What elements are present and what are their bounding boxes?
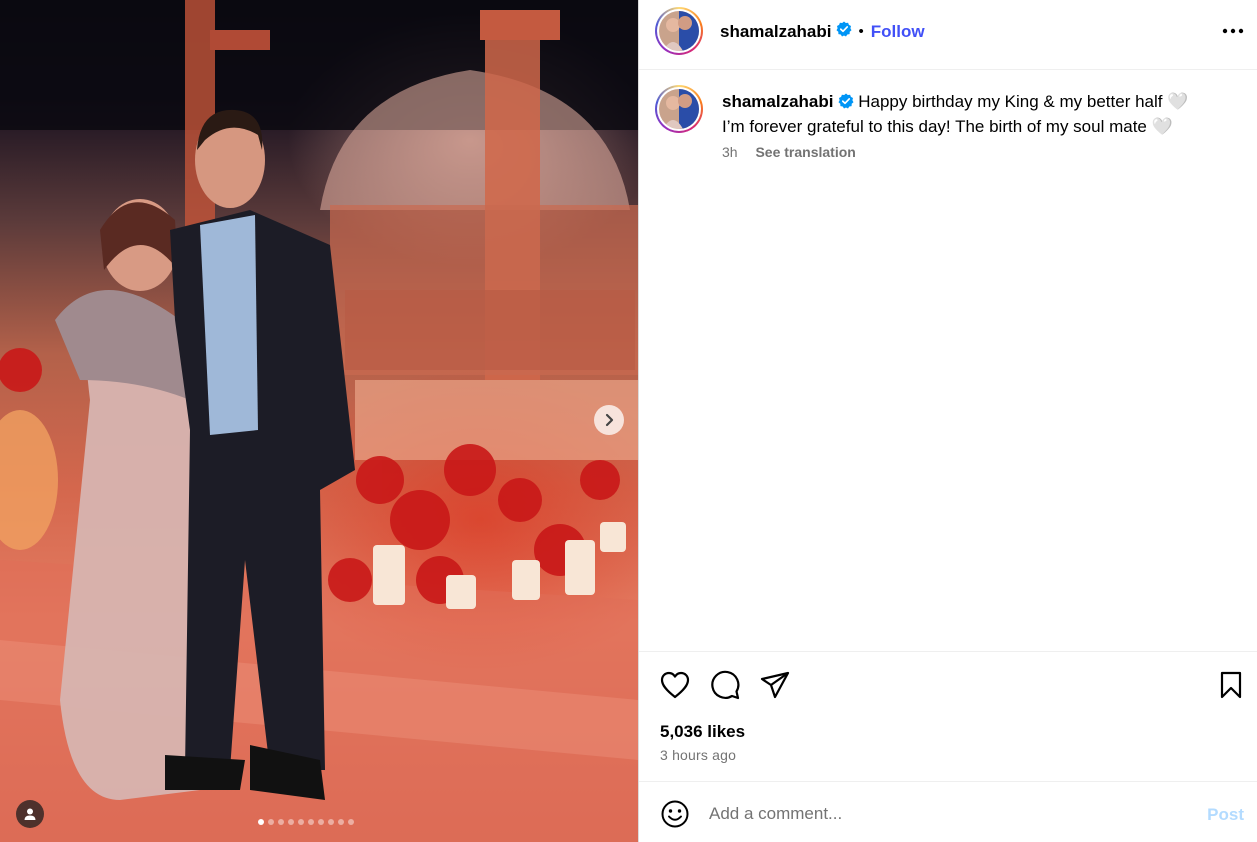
- share-button[interactable]: [759, 669, 791, 701]
- chevron-right-icon: [602, 413, 616, 427]
- emoji-button[interactable]: [659, 798, 691, 830]
- follow-button[interactable]: Follow: [871, 22, 925, 42]
- verified-badge-icon: [838, 92, 854, 115]
- author-avatar[interactable]: [655, 7, 703, 55]
- comment-button[interactable]: [709, 669, 741, 701]
- caption-author-avatar[interactable]: [655, 85, 703, 133]
- carousel-dot: [318, 819, 324, 825]
- carousel-dot: [308, 819, 314, 825]
- carousel-dot: [298, 819, 304, 825]
- post-actions: 5,036 likes 3 hours ago: [639, 651, 1257, 781]
- heart-icon: [660, 671, 690, 699]
- user-tag-icon: [23, 807, 37, 821]
- caption-username[interactable]: shamalzahabi: [722, 92, 834, 111]
- comment-bar: Post: [639, 781, 1257, 842]
- caption-text-line-1: Happy birthday my King & my better half …: [858, 92, 1189, 111]
- carousel-dot: [278, 819, 284, 825]
- post-side-panel: shamalzahabi • Follow shamalzahabi Happy…: [638, 0, 1257, 842]
- carousel-dot: [338, 819, 344, 825]
- carousel-dot: [258, 819, 264, 825]
- caption-text-line-2: I’m forever grateful to this day! The bi…: [722, 117, 1173, 136]
- more-horizontal-icon: [1222, 28, 1244, 34]
- post-header: shamalzahabi • Follow: [639, 0, 1257, 70]
- emoji-smile-icon: [661, 800, 689, 828]
- carousel-dot: [328, 819, 334, 825]
- next-photo-button[interactable]: [594, 405, 624, 435]
- carousel-dot: [268, 819, 274, 825]
- save-button[interactable]: [1215, 669, 1247, 701]
- tagged-users-button[interactable]: [16, 800, 44, 828]
- author-username[interactable]: shamalzahabi: [720, 22, 832, 42]
- verified-badge-icon: [836, 21, 852, 42]
- carousel-dot: [288, 819, 294, 825]
- bookmark-icon: [1219, 671, 1243, 699]
- post-comment-button[interactable]: Post: [1207, 805, 1244, 825]
- more-options-button[interactable]: [1218, 19, 1248, 43]
- caption-timestamp[interactable]: 3h: [722, 144, 738, 160]
- see-translation-link[interactable]: See translation: [755, 144, 855, 160]
- carousel-indicator: [258, 819, 354, 825]
- comment-input[interactable]: [709, 804, 1149, 824]
- photo-scene: [0, 0, 638, 842]
- paper-plane-icon: [760, 671, 790, 699]
- post-photo[interactable]: [0, 0, 638, 842]
- carousel-dot: [348, 819, 354, 825]
- like-count[interactable]: 5,036 likes: [660, 722, 745, 742]
- comment-bubble-icon: [710, 670, 740, 700]
- separator-dot: •: [858, 23, 864, 40]
- post-time-ago: 3 hours ago: [660, 747, 737, 763]
- like-button[interactable]: [659, 669, 691, 701]
